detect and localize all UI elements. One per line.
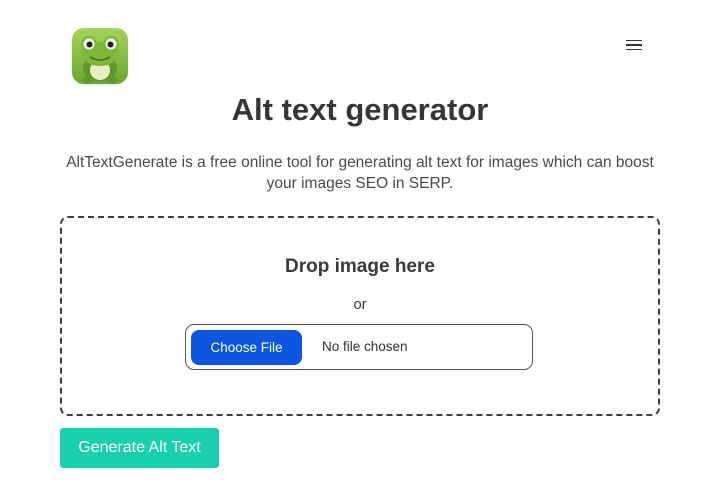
hamburger-menu-icon[interactable] (620, 34, 648, 56)
frog-logo-icon[interactable] (72, 28, 128, 84)
menu-line (626, 39, 642, 42)
dropzone-or-text: or (353, 296, 367, 313)
file-status-text: No file chosen (322, 339, 408, 354)
generate-alt-text-button[interactable]: Generate Alt Text (60, 428, 219, 468)
dropzone-title: Drop image here (285, 256, 435, 277)
menu-line (626, 44, 642, 46)
file-input[interactable]: Choose File No file chosen (185, 324, 533, 370)
image-dropzone[interactable]: Drop image here or Choose File No file c… (60, 216, 660, 416)
page: Alt text generator AltTextGenerate is a … (0, 0, 720, 480)
page-title: Alt text generator (231, 92, 489, 127)
menu-line (626, 48, 642, 51)
choose-file-button[interactable]: Choose File (191, 330, 302, 365)
page-description: AltTextGenerate is a free online tool fo… (66, 154, 654, 192)
